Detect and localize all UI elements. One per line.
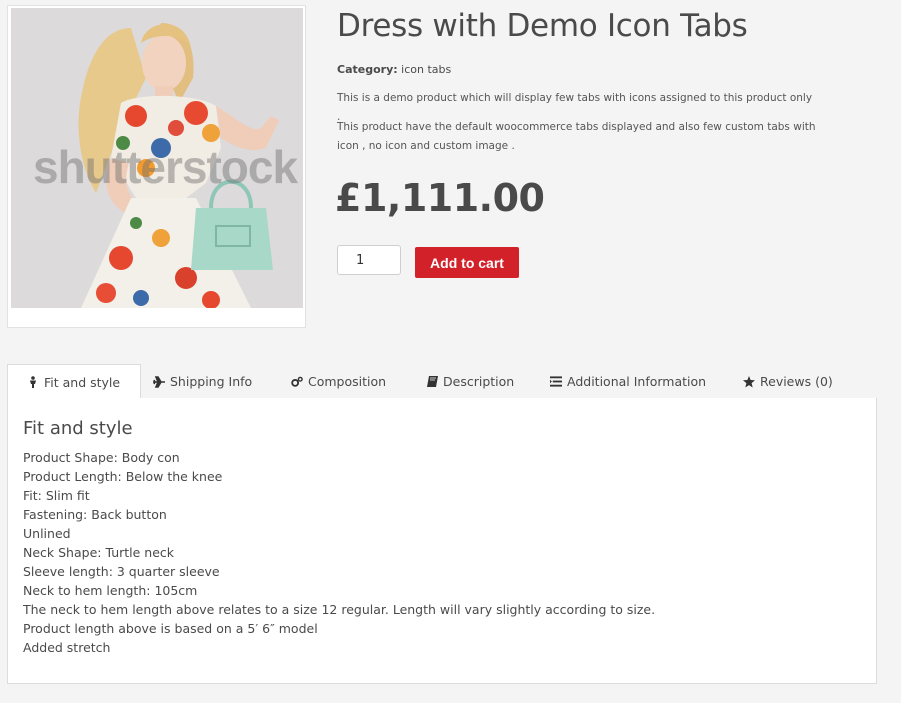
quantity-input[interactable]	[337, 245, 401, 275]
category-label: Category:	[337, 63, 398, 76]
product-price: £1,111.00	[335, 176, 545, 220]
spec-line: Product length above is based on a 5′ 6″…	[23, 621, 318, 636]
tab-description[interactable]: Description	[426, 364, 514, 399]
spec-line: Unlined	[23, 526, 71, 541]
product-image-frame: shutterstock	[7, 5, 306, 328]
product-description-line-3: icon , no icon and custom image .	[337, 140, 515, 152]
tab-label: Reviews (0)	[760, 374, 833, 389]
tab-panel-fit-and-style: Fit and style Product Shape: Body con Pr…	[7, 398, 877, 684]
image-watermark: shutterstock	[33, 141, 298, 193]
tab-fit-and-style[interactable]: Fit and style	[7, 364, 142, 400]
product-description-line-2: This product have the default woocommerc…	[337, 121, 816, 133]
list-icon	[550, 376, 562, 388]
plane-icon	[153, 375, 165, 388]
product-tabs: Fit and style Shipping Info Composition …	[7, 364, 877, 400]
spec-line: Fastening: Back button	[23, 507, 167, 522]
product-category: Category: icon tabs	[337, 63, 451, 76]
product-image[interactable]: shutterstock	[11, 8, 303, 308]
panel-title: Fit and style	[23, 418, 133, 439]
tab-shipping-info[interactable]: Shipping Info	[153, 364, 252, 399]
tab-label: Composition	[308, 374, 387, 389]
tab-label: Fit and style	[44, 374, 121, 390]
person-icon	[27, 376, 39, 388]
tab-composition[interactable]: Composition	[291, 364, 386, 399]
tab-reviews[interactable]: Reviews (0)	[743, 364, 833, 399]
star-icon	[743, 375, 755, 388]
book-icon	[426, 375, 438, 388]
spec-line: Sleeve length: 3 quarter sleeve	[23, 564, 220, 579]
add-to-cart-button[interactable]: Add to cart	[415, 247, 519, 278]
tab-additional-information[interactable]: Additional Information	[550, 364, 706, 399]
spec-line: Neck to hem length: 105cm	[23, 583, 198, 598]
tab-label: Additional Information	[567, 374, 707, 389]
gears-icon	[291, 376, 303, 388]
spec-line: Neck Shape: Turtle neck	[23, 545, 175, 560]
spec-line: Fit: Slim fit	[23, 488, 90, 503]
tab-label: Description	[443, 374, 515, 389]
spec-line: The neck to hem length above relates to …	[23, 602, 656, 617]
spec-line: Product Length: Below the knee	[23, 469, 223, 484]
spec-list: Product Shape: Body con Product Length: …	[23, 448, 655, 657]
spec-line: Product Shape: Body con	[23, 450, 180, 465]
category-link[interactable]: icon tabs	[401, 63, 451, 76]
product-title: Dress with Demo Icon Tabs	[337, 8, 748, 44]
tab-label: Shipping Info	[170, 374, 253, 389]
spec-line: Added stretch	[23, 640, 111, 655]
